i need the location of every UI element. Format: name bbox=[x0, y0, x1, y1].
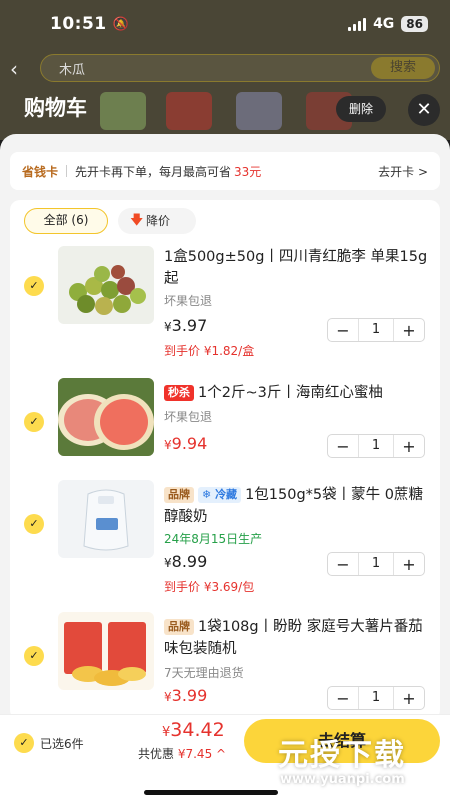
quantity-stepper: − 1 + bbox=[327, 552, 425, 576]
item-subtitle: 坏果包退 bbox=[164, 410, 213, 424]
page-title: 购物车 bbox=[24, 96, 87, 120]
refrigerated-badge: ❄ 冷藏 bbox=[198, 487, 242, 503]
mute-icon: 🔕 bbox=[112, 16, 129, 32]
decrease-button[interactable]: − bbox=[328, 321, 358, 340]
item-checkbox[interactable]: ✓ bbox=[24, 646, 44, 666]
saving-card-name: 省钱卡 bbox=[22, 164, 59, 179]
item-final-price: 到手价 ¥3.69/包 bbox=[164, 580, 255, 594]
delete-button[interactable]: 删除 bbox=[336, 96, 386, 122]
product-image-pomelo[interactable] bbox=[58, 378, 154, 456]
price-value: 9.94 bbox=[171, 434, 208, 453]
total-value: 34.42 bbox=[170, 719, 225, 741]
quantity-stepper: − 1 + bbox=[327, 686, 425, 710]
quantity-value[interactable]: 1 bbox=[358, 435, 394, 457]
item-price: ¥8.99 bbox=[164, 552, 207, 571]
item-checkbox[interactable]: ✓ bbox=[24, 276, 44, 296]
quantity-value[interactable]: 1 bbox=[358, 553, 394, 575]
watermark-url: www.yuanpi.com bbox=[280, 772, 405, 787]
background-product-thumb bbox=[236, 92, 282, 130]
down-arrow-icon: 🡇 bbox=[130, 213, 144, 228]
price-value: 3.99 bbox=[171, 686, 208, 705]
divider bbox=[66, 165, 68, 177]
item-price: ¥9.94 bbox=[164, 434, 207, 453]
item-title-text: 1袋108g丨盼盼 家庭号大薯片番茄味包装随机 bbox=[164, 619, 423, 657]
yogurt-image bbox=[83, 489, 129, 551]
chips-image bbox=[64, 622, 146, 686]
product-image-plums[interactable] bbox=[58, 246, 154, 324]
watermark-logo: 元授下载 www.yuanpi.com bbox=[268, 724, 448, 796]
item-production-date: 24年8月15日生产 bbox=[164, 532, 263, 546]
increase-button[interactable]: + bbox=[394, 689, 424, 708]
item-checkbox[interactable]: ✓ bbox=[24, 412, 44, 432]
network-type: 4G bbox=[373, 16, 395, 32]
total-price: ¥34.42 bbox=[162, 719, 225, 741]
saving-card-desc: 先开卡再下单，每月最高可省 bbox=[75, 164, 232, 179]
currency-symbol: ¥ bbox=[164, 556, 172, 570]
open-card-link[interactable]: 去开卡 > bbox=[378, 163, 428, 180]
quantity-value[interactable]: 1 bbox=[358, 319, 394, 341]
item-title-text: 1个2斤~3斤丨海南红心蜜柚 bbox=[198, 385, 383, 401]
selected-count: 已选6件 bbox=[40, 737, 84, 751]
item-subtitle: 7天无理由退货 bbox=[164, 666, 244, 680]
filter-all-tab[interactable]: 全部 (6) bbox=[24, 208, 108, 234]
discount-label: 共优惠 bbox=[138, 747, 175, 761]
increase-button[interactable]: + bbox=[394, 555, 424, 574]
background-product-thumb bbox=[166, 92, 212, 130]
home-indicator bbox=[144, 790, 278, 795]
currency-symbol: ¥ bbox=[164, 690, 172, 704]
price-value: 8.99 bbox=[171, 552, 208, 571]
status-indicators: 4G 86 bbox=[348, 16, 428, 32]
filter-price-drop-tab[interactable]: 🡇 降价 bbox=[118, 208, 196, 234]
back-icon[interactable]: ‹ bbox=[10, 57, 18, 81]
cart-sheet: 省钱卡 先开卡再下单，每月最高可省 33元 去开卡 > 全部 (6) 🡇 降价 … bbox=[0, 134, 450, 800]
background-product-thumb bbox=[100, 92, 146, 130]
decrease-button[interactable]: − bbox=[328, 437, 358, 456]
item-title[interactable]: 秒杀 1个2斤~3斤丨海南红心蜜柚 bbox=[164, 382, 432, 404]
item-price: ¥3.99 bbox=[164, 686, 207, 705]
saving-card-banner[interactable]: 省钱卡 先开卡再下单，每月最高可省 33元 去开卡 > bbox=[10, 152, 440, 190]
plums-image bbox=[69, 265, 146, 315]
refrigerated-label: 冷藏 bbox=[215, 488, 238, 501]
item-price: ¥3.97 bbox=[164, 316, 207, 335]
snowflake-icon: ❄ bbox=[202, 488, 212, 501]
select-all-checkbox[interactable]: ✓ bbox=[14, 733, 34, 753]
flash-sale-badge: 秒杀 bbox=[164, 385, 194, 401]
filter-price-drop-label: 降价 bbox=[146, 214, 171, 228]
product-image-chips[interactable] bbox=[58, 612, 154, 690]
decrease-button[interactable]: − bbox=[328, 689, 358, 708]
search-button[interactable]: 搜索 bbox=[371, 57, 435, 79]
item-title[interactable]: 品牌 1袋108g丨盼盼 家庭号大薯片番茄味包装随机 bbox=[164, 616, 432, 660]
currency-symbol: ¥ bbox=[164, 438, 172, 452]
item-title[interactable]: 1盒500g±50g丨四川青红脆李 单果15g起 bbox=[164, 246, 432, 290]
pomelo-image bbox=[58, 378, 154, 456]
item-title[interactable]: 品牌 ❄ 冷藏 1包150g*5袋丨蒙牛 0蔗糖醇酸奶 bbox=[164, 484, 432, 528]
search-input[interactable]: 木瓜 搜索 bbox=[40, 54, 440, 82]
discount-summary[interactable]: 共优惠 ¥7.45 ^ bbox=[138, 745, 226, 762]
signal-icon bbox=[348, 17, 367, 31]
price-value: 3.97 bbox=[171, 316, 208, 335]
discount-amount: ¥7.45 bbox=[177, 747, 213, 761]
cart-list: 全部 (6) 🡇 降价 ✓ 1盒500g±50g丨四川青红脆李 单果15g起 坏… bbox=[10, 200, 440, 720]
quantity-stepper: − 1 + bbox=[327, 434, 425, 458]
quantity-stepper: − 1 + bbox=[327, 318, 425, 342]
decrease-button[interactable]: − bbox=[328, 555, 358, 574]
brand-badge: 品牌 bbox=[164, 487, 194, 503]
battery-icon: 86 bbox=[401, 16, 428, 32]
item-checkbox[interactable]: ✓ bbox=[24, 514, 44, 534]
product-image-yogurt[interactable] bbox=[58, 480, 154, 558]
quantity-value[interactable]: 1 bbox=[358, 687, 394, 709]
increase-button[interactable]: + bbox=[394, 321, 424, 340]
brand-badge: 品牌 bbox=[164, 619, 194, 635]
status-time: 10:51 bbox=[50, 14, 107, 34]
status-bar: 10:51 🔕 4G 86 bbox=[0, 0, 450, 48]
close-icon[interactable]: ✕ bbox=[408, 94, 440, 126]
increase-button[interactable]: + bbox=[394, 437, 424, 456]
search-text: 木瓜 bbox=[59, 63, 86, 78]
item-final-price: 到手价 ¥1.82/盒 bbox=[164, 344, 255, 358]
currency-symbol: ¥ bbox=[164, 320, 172, 334]
chevron-up-icon: ^ bbox=[216, 747, 227, 761]
item-subtitle: 坏果包退 bbox=[164, 294, 213, 308]
watermark-title: 元授下载 bbox=[278, 738, 406, 773]
saving-card-amount: 33元 bbox=[234, 164, 262, 179]
